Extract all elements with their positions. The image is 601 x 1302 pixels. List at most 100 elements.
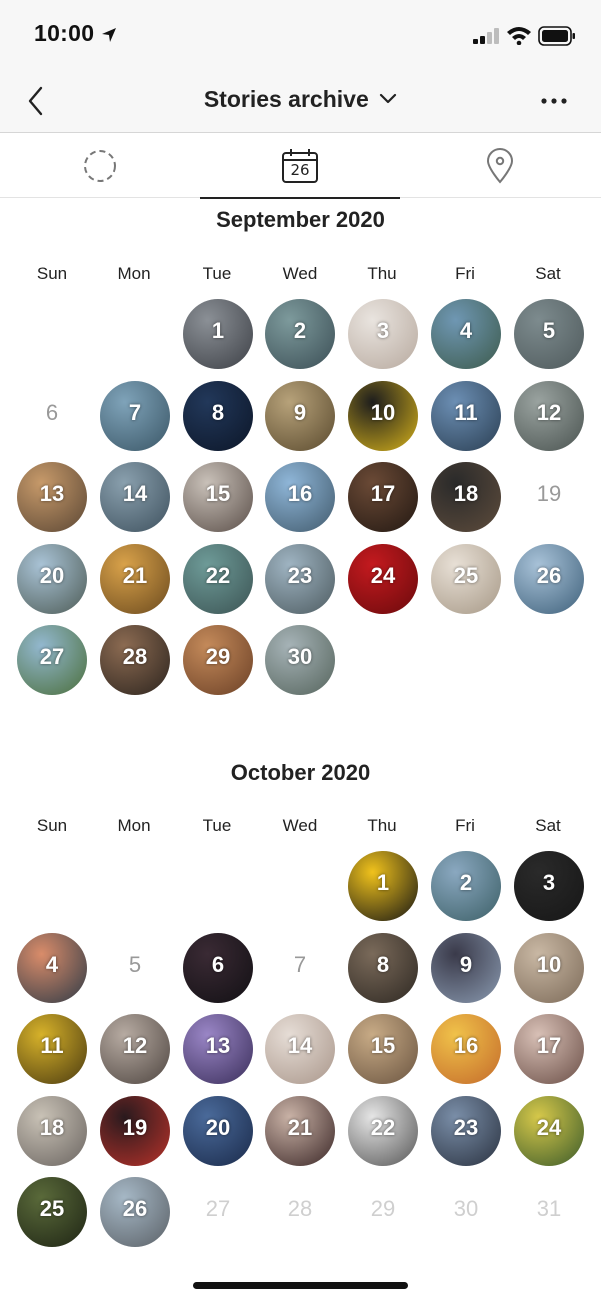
- story-day-thumbnail[interactable]: 13: [17, 462, 87, 532]
- day-number: 10: [370, 400, 396, 425]
- day-number: 13: [205, 1033, 231, 1058]
- weekday-header: Sun Mon Tue Wed Thu Fri Sat: [0, 816, 601, 840]
- story-day-thumbnail[interactable]: 18: [431, 462, 501, 532]
- story-day-thumbnail[interactable]: 23: [265, 544, 335, 614]
- story-day-thumbnail[interactable]: 26: [514, 544, 584, 614]
- story-day-thumbnail[interactable]: 26: [100, 1177, 170, 1247]
- story-day-thumbnail[interactable]: 5: [514, 299, 584, 369]
- weekday-label: Mon: [117, 264, 151, 283]
- story-day-thumbnail[interactable]: 25: [431, 544, 501, 614]
- dashed-circle-icon: [84, 150, 116, 182]
- day-number: 5: [542, 318, 556, 343]
- day-number: 4: [45, 952, 59, 977]
- day-number: 11: [40, 1033, 64, 1058]
- story-day-thumbnail[interactable]: 24: [514, 1096, 584, 1166]
- day-number: 24: [370, 563, 396, 588]
- calendar-day: 30: [431, 1177, 501, 1247]
- day-number: 28: [287, 1196, 313, 1221]
- weekday-header: Sun Mon Tue Wed Thu Fri Sat: [0, 264, 601, 288]
- story-day-thumbnail[interactable]: 12: [100, 1014, 170, 1084]
- calendar-day: 19: [514, 462, 584, 532]
- story-day-thumbnail[interactable]: 24: [348, 544, 418, 614]
- story-day-thumbnail[interactable]: 2: [431, 851, 501, 921]
- story-day-thumbnail[interactable]: 10: [348, 381, 418, 451]
- day-number: 26: [536, 563, 562, 588]
- story-day-thumbnail[interactable]: 9: [431, 933, 501, 1003]
- story-day-thumbnail[interactable]: 21: [265, 1096, 335, 1166]
- story-day-thumbnail[interactable]: 29: [183, 625, 253, 695]
- story-day-thumbnail[interactable]: 10: [514, 933, 584, 1003]
- story-day-thumbnail[interactable]: 4: [431, 299, 501, 369]
- story-day-thumbnail[interactable]: 8: [348, 933, 418, 1003]
- story-day-thumbnail[interactable]: 17: [514, 1014, 584, 1084]
- story-day-thumbnail[interactable]: 9: [265, 381, 335, 451]
- day-number: 22: [370, 1115, 396, 1140]
- day-number: 27: [39, 644, 65, 669]
- weekday-label: Mon: [117, 816, 151, 835]
- calendar-icon-date: 26: [290, 161, 310, 179]
- story-day-thumbnail[interactable]: 15: [183, 462, 253, 532]
- tab-map-view[interactable]: [400, 134, 600, 198]
- story-day-thumbnail[interactable]: 23: [431, 1096, 501, 1166]
- story-day-thumbnail[interactable]: 17: [348, 462, 418, 532]
- more-options-icon[interactable]: [540, 94, 568, 108]
- location-pin-icon: [486, 148, 514, 184]
- day-number: 6: [211, 952, 225, 977]
- story-day-thumbnail[interactable]: 12: [514, 381, 584, 451]
- weekday-label: Wed: [282, 264, 318, 283]
- weekday-label: Sun: [36, 816, 68, 835]
- story-day-thumbnail[interactable]: 22: [348, 1096, 418, 1166]
- story-day-thumbnail[interactable]: 14: [100, 462, 170, 532]
- month-section: September 2020 Sun Mon Tue Wed Thu Fri S…: [0, 207, 601, 707]
- story-day-thumbnail[interactable]: 11: [17, 1014, 87, 1084]
- story-day-thumbnail[interactable]: 1: [183, 299, 253, 369]
- story-day-thumbnail[interactable]: 20: [183, 1096, 253, 1166]
- day-number: 12: [122, 1033, 148, 1058]
- day-number: 18: [453, 481, 479, 506]
- story-day-thumbnail[interactable]: 18: [17, 1096, 87, 1166]
- weekday-label: Tue: [202, 816, 232, 835]
- story-day-thumbnail[interactable]: 3: [348, 299, 418, 369]
- story-day-thumbnail[interactable]: 15: [348, 1014, 418, 1084]
- month-title: September 2020: [216, 207, 385, 232]
- day-number: 16: [287, 481, 313, 506]
- story-day-thumbnail[interactable]: 8: [183, 381, 253, 451]
- month-title: October 2020: [230, 760, 371, 785]
- day-number: 15: [370, 1033, 396, 1058]
- story-day-thumbnail[interactable]: 20: [17, 544, 87, 614]
- day-number: 24: [536, 1115, 562, 1140]
- story-day-thumbnail[interactable]: 13: [183, 1014, 253, 1084]
- day-number: 17: [536, 1033, 562, 1058]
- story-day-thumbnail[interactable]: 21: [100, 544, 170, 614]
- story-day-thumbnail[interactable]: 30: [265, 625, 335, 695]
- calendar-day: 6: [17, 381, 87, 451]
- tab-calendar-view[interactable]: 26: [200, 134, 400, 199]
- day-number: 23: [287, 563, 313, 588]
- weekday-label: Tue: [202, 264, 232, 283]
- story-day-thumbnail[interactable]: 27: [17, 625, 87, 695]
- calendar-day: 31: [514, 1177, 584, 1247]
- calendar-day: 5: [100, 933, 170, 1003]
- story-day-thumbnail[interactable]: 11: [431, 381, 501, 451]
- story-day-thumbnail[interactable]: 2: [265, 299, 335, 369]
- story-day-thumbnail[interactable]: 22: [183, 544, 253, 614]
- calendar-day: 7: [265, 933, 335, 1003]
- archive-type-selector[interactable]: Stories archive: [0, 86, 601, 113]
- story-day-thumbnail[interactable]: 1: [348, 851, 418, 921]
- story-day-thumbnail[interactable]: 25: [17, 1177, 87, 1247]
- story-day-thumbnail[interactable]: 16: [431, 1014, 501, 1084]
- story-day-thumbnail[interactable]: 3: [514, 851, 584, 921]
- story-day-thumbnail[interactable]: 16: [265, 462, 335, 532]
- story-day-thumbnail[interactable]: 19: [100, 1096, 170, 1166]
- story-day-thumbnail[interactable]: 14: [265, 1014, 335, 1084]
- day-number: 4: [459, 318, 473, 343]
- story-day-thumbnail[interactable]: 7: [100, 381, 170, 451]
- story-day-thumbnail[interactable]: 6: [183, 933, 253, 1003]
- home-indicator: [193, 1282, 408, 1289]
- status-time: 10:00: [34, 20, 95, 46]
- story-day-thumbnail[interactable]: 28: [100, 625, 170, 695]
- day-number: 19: [536, 481, 562, 506]
- tab-circle-view[interactable]: [0, 134, 200, 198]
- month-section: October 2020 Sun Mon Tue Wed Thu Fri Sat…: [0, 760, 601, 1260]
- story-day-thumbnail[interactable]: 4: [17, 933, 87, 1003]
